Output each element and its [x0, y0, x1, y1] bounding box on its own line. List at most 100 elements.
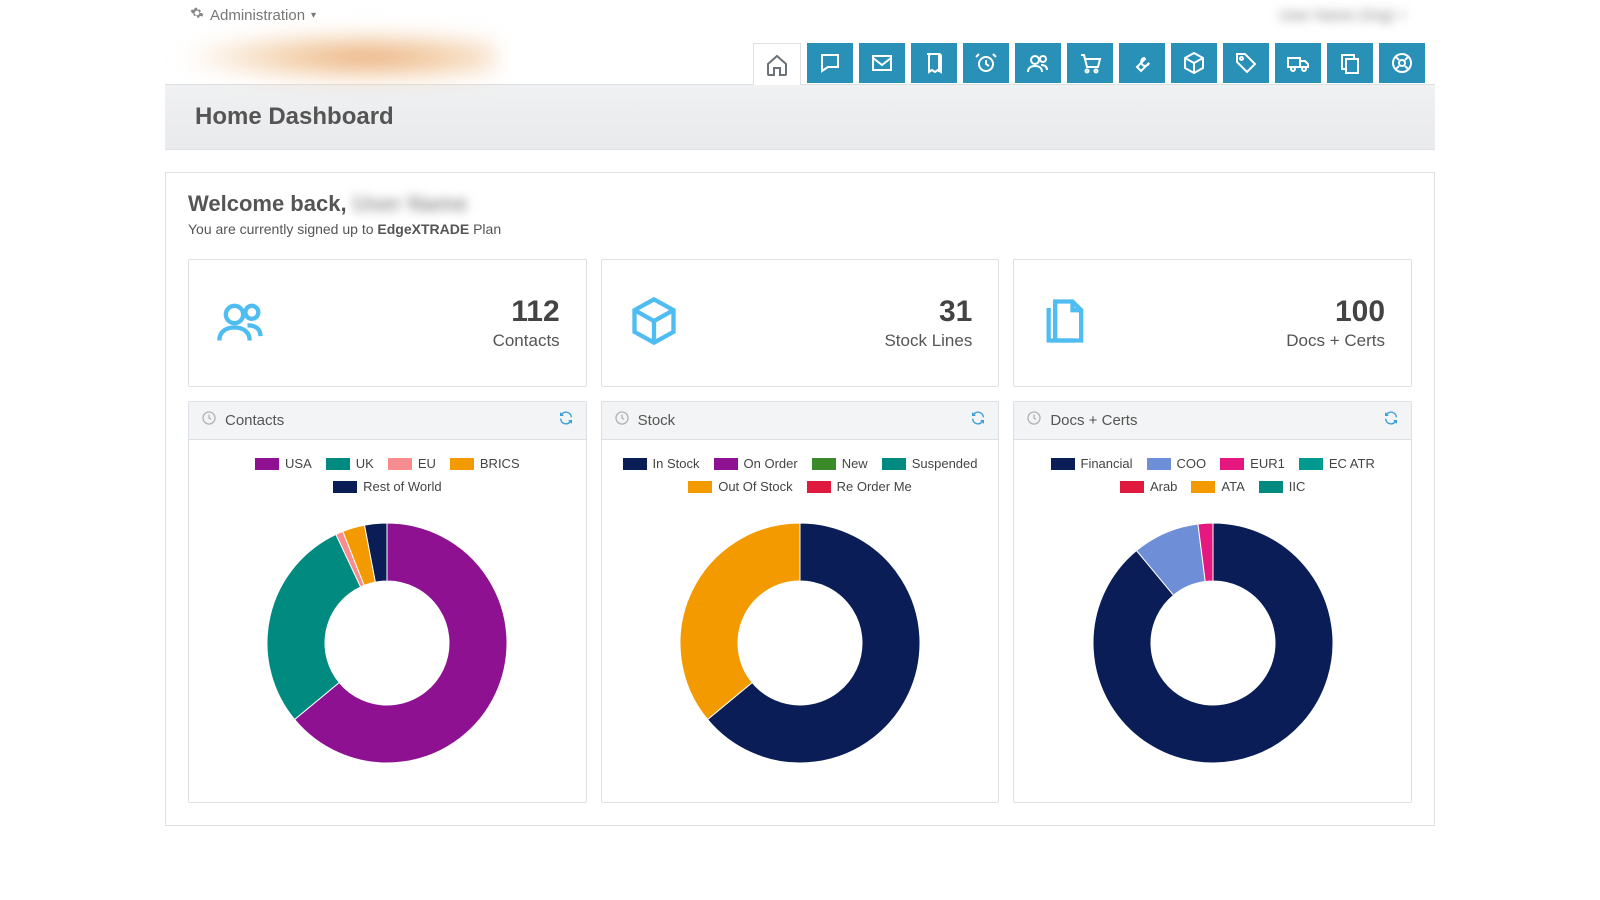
package-icon: [628, 295, 680, 352]
chart-legend: In Stock On Order New Suspended Out Of S…: [612, 454, 989, 496]
mail-icon: [870, 51, 894, 75]
legend-label: Arab: [1150, 479, 1177, 494]
legend-item[interactable]: EUR1: [1220, 454, 1285, 473]
clock-icon: [1026, 410, 1042, 430]
legend-item[interactable]: On Order: [714, 454, 798, 473]
chevron-down-icon: ▾: [1400, 10, 1405, 21]
legend-item[interactable]: Financial: [1051, 454, 1133, 473]
nav-package[interactable]: [1171, 43, 1217, 83]
brand-logo: [175, 30, 495, 84]
legend-item[interactable]: Arab: [1120, 477, 1177, 496]
stat-tile-contacts[interactable]: 112 Contacts: [188, 259, 587, 387]
nav-contacts[interactable]: [1015, 43, 1061, 83]
legend-item[interactable]: ATA: [1191, 477, 1244, 496]
plan-line: You are currently signed up to EdgeXTRAD…: [188, 221, 1412, 237]
legend-item[interactable]: Suspended: [882, 454, 978, 473]
legend-item[interactable]: EC ATR: [1299, 454, 1375, 473]
plan-prefix: You are currently signed up to: [188, 221, 374, 237]
legend-swatch: [333, 481, 357, 493]
legend-label: EUR1: [1250, 456, 1285, 471]
legend-label: New: [842, 456, 868, 471]
legend-label: On Order: [744, 456, 798, 471]
stat-tile-stock-lines[interactable]: 31 Stock Lines: [601, 259, 1000, 387]
tile-label: Contacts: [493, 331, 560, 351]
legend-item[interactable]: IIC: [1259, 477, 1306, 496]
nav-cart[interactable]: [1067, 43, 1113, 83]
legend-swatch: [807, 481, 831, 493]
dashboard-card: Welcome back, User Name You are currentl…: [165, 172, 1435, 826]
legend-swatch: [388, 458, 412, 470]
gear-icon: [190, 6, 204, 24]
panel-header: Contacts: [189, 402, 586, 440]
nav-chat[interactable]: [807, 43, 853, 83]
tile-value: 31: [884, 295, 972, 329]
contacts-icon: [215, 295, 267, 352]
legend-item[interactable]: Out Of Stock: [688, 477, 792, 496]
legend-label: Re Order Me: [837, 479, 912, 494]
nav-copy[interactable]: [1327, 43, 1373, 83]
legend-item[interactable]: Rest of World: [333, 477, 442, 496]
legend-item[interactable]: New: [812, 454, 868, 473]
legend-swatch: [688, 481, 712, 493]
legend-label: Financial: [1081, 456, 1133, 471]
plan-name: EdgeXTRADE: [377, 221, 469, 237]
nav-home[interactable]: [753, 43, 801, 85]
truck-icon: [1286, 51, 1310, 75]
donut-chart: [665, 508, 935, 778]
legend-swatch: [1120, 481, 1144, 493]
legend-swatch: [1220, 458, 1244, 470]
page-title: Home Dashboard: [165, 84, 1435, 150]
clock-icon: [614, 410, 630, 430]
legend-label: Out Of Stock: [718, 479, 792, 494]
legend-item[interactable]: EU: [388, 454, 436, 473]
legend-swatch: [1299, 458, 1323, 470]
refresh-button[interactable]: [1383, 410, 1399, 430]
nav-help[interactable]: [1379, 43, 1425, 83]
plan-suffix: Plan: [473, 221, 501, 237]
panel-title: Docs + Certs: [1050, 412, 1137, 429]
administration-menu[interactable]: Administration ▾: [190, 6, 316, 24]
nav-truck[interactable]: [1275, 43, 1321, 83]
stat-tile-docs-certs[interactable]: 100 Docs + Certs: [1013, 259, 1412, 387]
legend-label: Suspended: [912, 456, 978, 471]
legend-swatch: [255, 458, 279, 470]
panel-docs: Docs + Certs Financial COO EUR1 EC ATR: [1013, 401, 1412, 803]
wrench-icon: [1130, 51, 1154, 75]
legend-item[interactable]: UK: [326, 454, 374, 473]
refresh-button[interactable]: [558, 410, 574, 430]
alarm-icon: [974, 51, 998, 75]
welcome-heading: Welcome back, User Name: [188, 191, 1412, 217]
legend-item[interactable]: In Stock: [623, 454, 700, 473]
nav-book[interactable]: [911, 43, 957, 83]
legend-label: ATA: [1221, 479, 1244, 494]
legend-item[interactable]: COO: [1147, 454, 1207, 473]
nav-alarm[interactable]: [963, 43, 1009, 83]
chat-icon: [818, 51, 842, 75]
welcome-username: User Name: [353, 191, 468, 216]
package-icon: [1182, 51, 1206, 75]
tile-value: 100: [1286, 295, 1385, 329]
nav-wrench[interactable]: [1119, 43, 1165, 83]
main-nav: [753, 43, 1435, 84]
donut-slice-out-of-stock[interactable]: [680, 523, 800, 719]
legend-item[interactable]: BRICS: [450, 454, 520, 473]
administration-label: Administration: [210, 7, 305, 24]
nav-tag[interactable]: [1223, 43, 1269, 83]
user-menu[interactable]: User Name (Org) ▾: [1279, 7, 1435, 24]
legend-item[interactable]: Re Order Me: [807, 477, 912, 496]
legend-label: COO: [1177, 456, 1207, 471]
copy-icon: [1338, 51, 1362, 75]
panel-stock: Stock In Stock On Order New Suspended: [601, 401, 1000, 803]
book-icon: [922, 51, 946, 75]
legend-label: UK: [356, 456, 374, 471]
tag-icon: [1234, 51, 1258, 75]
panel-header: Docs + Certs: [1014, 402, 1411, 440]
tile-value: 112: [493, 295, 560, 329]
legend-item[interactable]: USA: [255, 454, 312, 473]
legend-label: BRICS: [480, 456, 520, 471]
refresh-button[interactable]: [970, 410, 986, 430]
legend-swatch: [1259, 481, 1283, 493]
nav-mail[interactable]: [859, 43, 905, 83]
welcome-prefix: Welcome back,: [188, 191, 347, 216]
legend-swatch: [1051, 458, 1075, 470]
